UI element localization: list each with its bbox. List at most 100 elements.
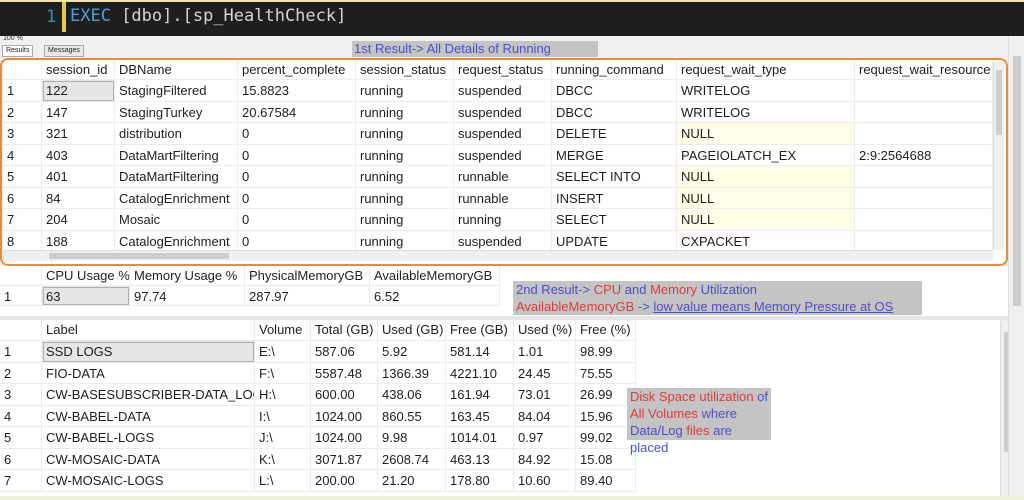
cell[interactable]: 1.01 (514, 341, 576, 363)
cell[interactable]: K:\ (255, 448, 311, 470)
cell[interactable]: 5587.48 (311, 362, 378, 384)
cell[interactable]: CW-BASESUBSCRIBER-DATA_LOGS (42, 384, 255, 406)
cell[interactable]: 73.01 (514, 384, 576, 406)
cell[interactable]: CW-BABEL-LOGS (42, 427, 255, 449)
cell[interactable]: runnable (454, 187, 552, 209)
scroll-thumb[interactable] (1013, 56, 1021, 306)
cell[interactable]: 3071.87 (311, 448, 378, 470)
cell[interactable]: 20.67584 (238, 101, 356, 123)
cell[interactable]: SSD LOGS (42, 341, 255, 363)
row-number[interactable]: 6 (0, 448, 42, 470)
cell[interactable]: L:\ (255, 470, 311, 492)
cell[interactable]: WRITELOG (677, 101, 855, 123)
cell[interactable]: CXPACKET (677, 230, 855, 252)
row-number[interactable]: 5 (0, 427, 42, 449)
cell[interactable]: H:\ (255, 384, 311, 406)
cell[interactable]: SELECT (552, 209, 677, 231)
cell[interactable]: CW-MOSAIC-LOGS (42, 470, 255, 492)
cell[interactable]: suspended (454, 80, 552, 102)
cell[interactable]: 0 (238, 209, 356, 231)
cell[interactable]: running (356, 187, 454, 209)
cell[interactable]: 600.00 (311, 384, 378, 406)
row-number[interactable]: 6 (3, 187, 42, 209)
cell[interactable]: 84.92 (514, 448, 576, 470)
cell[interactable]: 15.8823 (238, 80, 356, 102)
grid1-horizontal-scrollbar[interactable] (3, 250, 993, 261)
row-number[interactable]: 1 (0, 286, 42, 306)
cell[interactable]: CatalogEnrichment (115, 187, 238, 209)
column-header[interactable]: running_command (552, 60, 677, 80)
cell[interactable]: running (356, 101, 454, 123)
row-number[interactable]: 3 (3, 123, 42, 145)
cell[interactable]: distribution (115, 123, 238, 145)
column-header[interactable]: Used (GB) (378, 320, 446, 341)
cell[interactable]: 2:9:2564688 (855, 144, 993, 166)
query-editor[interactable]: 1 EXEC [dbo].[sp_HealthCheck] (0, 0, 1024, 34)
cell[interactable]: 200.00 (311, 470, 378, 492)
column-header[interactable]: Free (GB) (446, 320, 514, 341)
cell[interactable]: SELECT INTO (552, 166, 677, 188)
row-number[interactable]: 7 (0, 470, 42, 492)
cell[interactable]: 321 (42, 123, 115, 145)
column-header[interactable]: Volume (255, 320, 311, 341)
column-header[interactable]: Label (42, 320, 255, 341)
row-number[interactable]: 1 (0, 341, 42, 363)
cell[interactable]: PAGEIOLATCH_EX (677, 144, 855, 166)
row-number[interactable]: 8 (3, 230, 42, 252)
cell[interactable]: running (356, 230, 454, 252)
grid1-vertical-scrollbar[interactable] (993, 62, 1004, 250)
row-number[interactable]: 4 (0, 405, 42, 427)
cell[interactable]: DBCC (552, 80, 677, 102)
row-number[interactable]: 1 (3, 80, 42, 102)
cell[interactable]: NULL (677, 209, 855, 231)
cell[interactable]: 75.55 (576, 362, 636, 384)
column-header[interactable]: request_status (454, 60, 552, 80)
cell[interactable]: 89.40 (576, 470, 636, 492)
cell[interactable]: 204 (42, 209, 115, 231)
column-header[interactable] (0, 320, 42, 341)
cell[interactable]: 21.20 (378, 470, 446, 492)
cell[interactable]: CW-MOSAIC-DATA (42, 448, 255, 470)
cell[interactable]: Mosaic (115, 209, 238, 231)
cell[interactable]: 63 (42, 286, 130, 306)
column-header[interactable]: CPU Usage % (42, 266, 130, 286)
cell[interactable]: 587.06 (311, 341, 378, 363)
cell[interactable] (855, 230, 993, 252)
cell[interactable]: 287.97 (245, 286, 370, 306)
column-header[interactable]: Memory Usage % (130, 266, 245, 286)
cell[interactable]: MERGE (552, 144, 677, 166)
cell[interactable]: StagingTurkey (115, 101, 238, 123)
row-number[interactable]: 5 (3, 166, 42, 188)
cell[interactable]: 163.45 (446, 405, 514, 427)
column-header[interactable]: session_id (42, 60, 115, 80)
cell[interactable]: 188 (42, 230, 115, 252)
cell[interactable]: StagingFiltered (115, 80, 238, 102)
cell[interactable]: 403 (42, 144, 115, 166)
cell[interactable] (855, 80, 993, 102)
cell[interactable]: 1024.00 (311, 405, 378, 427)
cell[interactable]: 97.74 (130, 286, 245, 306)
cell[interactable]: 463.13 (446, 448, 514, 470)
cell[interactable]: 0.97 (514, 427, 576, 449)
column-header[interactable]: request_wait_type (677, 60, 855, 80)
row-number[interactable]: 2 (0, 362, 42, 384)
cell[interactable]: DELETE (552, 123, 677, 145)
cell[interactable]: 0 (238, 230, 356, 252)
cell[interactable]: running (356, 144, 454, 166)
cell[interactable]: 0 (238, 123, 356, 145)
cell[interactable]: 0 (238, 144, 356, 166)
query-text[interactable]: EXEC [dbo].[sp_HealthCheck] (70, 6, 346, 26)
cell[interactable]: E:\ (255, 341, 311, 363)
cell[interactable]: DBCC (552, 101, 677, 123)
cell[interactable]: 122 (42, 80, 115, 102)
cell[interactable]: suspended (454, 101, 552, 123)
cell[interactable]: 147 (42, 101, 115, 123)
cell[interactable] (855, 166, 993, 188)
cell[interactable] (855, 209, 993, 231)
cell[interactable]: running (356, 209, 454, 231)
cell[interactable]: running (356, 166, 454, 188)
column-header[interactable]: PhysicalMemoryGB (245, 266, 370, 286)
cell[interactable]: 24.45 (514, 362, 576, 384)
cell[interactable]: NULL (677, 123, 855, 145)
row-number[interactable]: 7 (3, 209, 42, 231)
